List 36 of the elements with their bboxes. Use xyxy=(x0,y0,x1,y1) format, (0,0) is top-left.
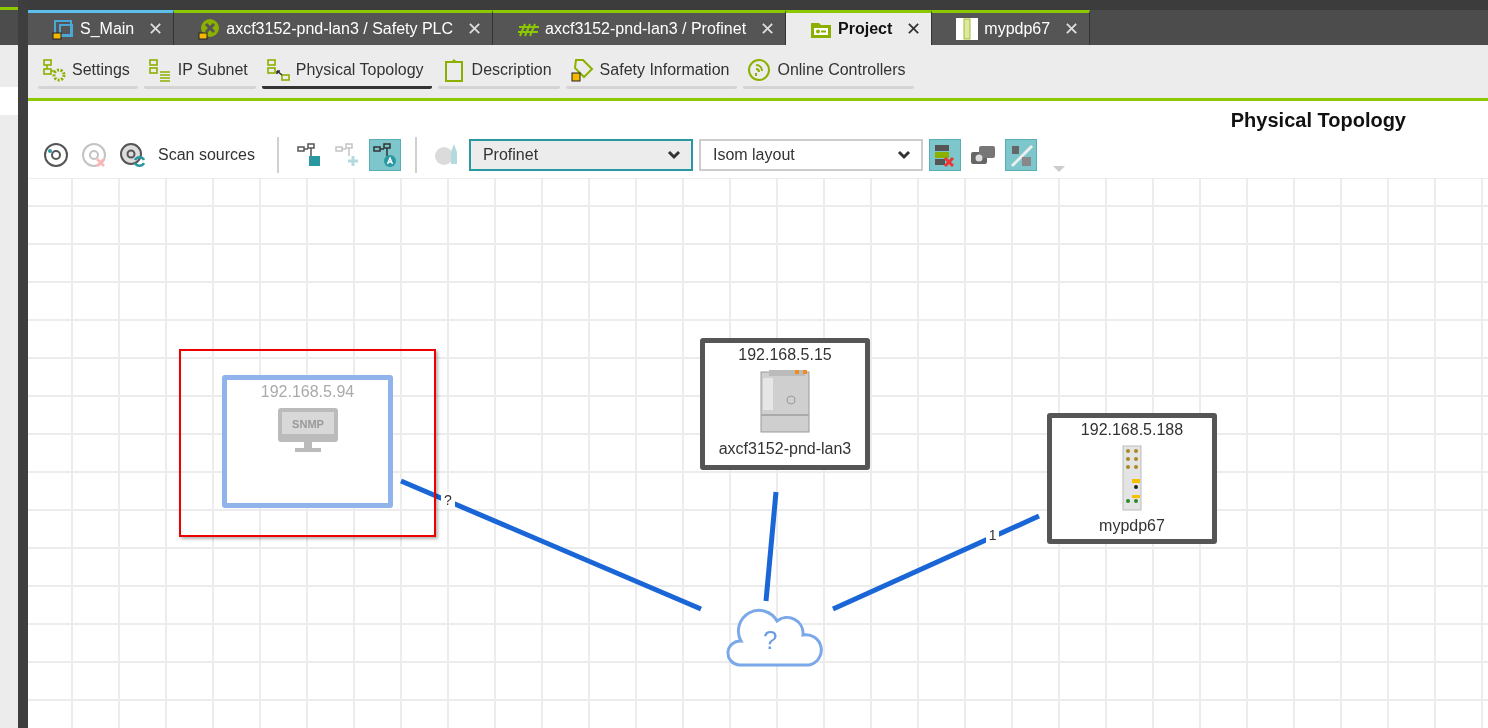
tab-label: axcf3152-pnd-lan3 / Profinet xyxy=(545,20,747,38)
dropdown[interactable]: Profinet xyxy=(468,139,693,171)
tab[interactable]: Safety Information xyxy=(565,54,738,89)
tab[interactable]: Physical Topology xyxy=(261,54,432,89)
tab-label: mypdp67 xyxy=(984,20,1051,38)
tab[interactable]: Project ✕ xyxy=(786,10,933,45)
page-title: Physical Topology xyxy=(1230,109,1406,132)
ip-address: 192.168.5.15 xyxy=(738,346,832,364)
ip-address: 192.168.5.188 xyxy=(1080,421,1184,439)
close-icon[interactable]: ✕ xyxy=(760,18,776,40)
monitor-label: SNMP xyxy=(291,418,324,430)
tab-label: axcf3152-pnd-lan3 / Safety PLC xyxy=(226,20,454,38)
tab[interactable]: axcf3152-pnd-lan3 / Profinet ✕ xyxy=(493,10,787,45)
tab[interactable]: Description xyxy=(437,54,560,89)
tab[interactable]: Settings xyxy=(38,54,138,89)
tab[interactable]: axcf3152-pnd-lan3 / Safety PLC ✕ xyxy=(174,10,494,45)
close-icon[interactable]: ✕ xyxy=(1064,18,1080,40)
close-icon[interactable]: ✕ xyxy=(906,18,922,40)
scan-sources-button[interactable]: Scan sources xyxy=(158,146,255,164)
ip-address: 192.168.5.94 xyxy=(260,383,355,401)
port-label: ? xyxy=(441,492,455,509)
device-name: mypdp67 xyxy=(1099,517,1165,535)
dropdown[interactable]: Isom layout xyxy=(698,139,923,171)
port-label: 1 xyxy=(985,527,1000,544)
tab[interactable]: Online Controllers xyxy=(743,54,914,89)
tab-label: S_Main xyxy=(80,20,135,38)
close-icon[interactable]: ✕ xyxy=(467,18,483,40)
tab-label: Project xyxy=(838,20,893,38)
device-name: axcf3152-pnd-lan3 xyxy=(718,440,852,458)
cloud-label: ? xyxy=(763,625,778,656)
device-node[interactable]: 192.168.5.15 axcf3152-pnd-lan3 xyxy=(700,338,870,470)
tab[interactable]: IP Subnet xyxy=(143,54,256,89)
close-icon[interactable]: ✕ xyxy=(148,18,164,40)
tab[interactable]: S_Main ✕ xyxy=(28,10,175,45)
device-node[interactable]: 192.168.5.188 mypdp67 xyxy=(1047,413,1217,544)
tab[interactable]: mypdp67 ✕ xyxy=(932,10,1091,45)
